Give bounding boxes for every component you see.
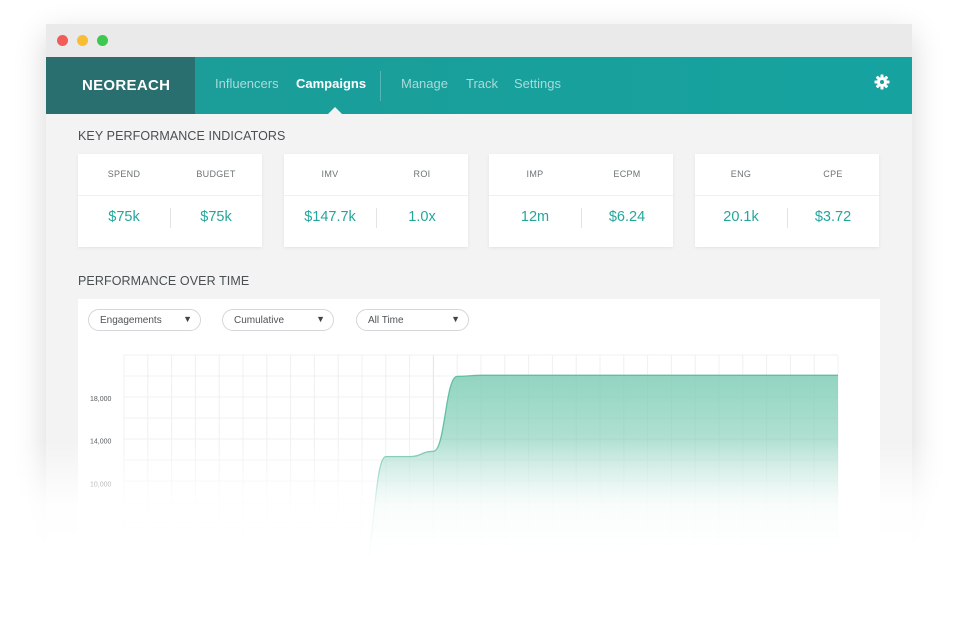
kpi-value-budget: $75k [200,209,232,225]
kpi-card-imv-roi: IMV ROI $147.7k 1.0x [284,154,468,247]
kpi-card-header: ENG CPE [695,154,879,196]
nav-item-settings[interactable]: Settings [514,76,561,91]
performance-section-title: PERFORMANCE OVER TIME [78,274,250,288]
nav-item-campaigns[interactable]: Campaigns [296,76,366,91]
kpi-value-imv: $147.7k [304,209,356,225]
kpi-value-roi: 1.0x [408,209,436,225]
top-navbar: NEOREACH Influencers Campaigns Manage Tr… [46,57,912,114]
gear-icon[interactable] [874,74,890,90]
kpi-label-eng: ENG [730,169,752,179]
close-window-button[interactable] [57,35,68,46]
browser-window: NEOREACH Influencers Campaigns Manage Tr… [0,24,960,626]
kpi-value-eng: 20.1k [723,209,759,225]
kpi-label-ecpm: ECPM [613,169,641,179]
nav-item-track[interactable]: Track [466,76,498,91]
active-nav-indicator [328,107,342,114]
performance-chart: 18,000 14,000 10,000 [90,354,839,564]
kpi-label-spend: SPEND [107,169,141,179]
nav-divider [380,71,381,101]
window-titlebar [46,24,912,57]
kpi-label-roi: ROI [413,169,431,179]
kpi-value-cpe: $3.72 [814,209,852,225]
maximize-window-button[interactable] [97,35,108,46]
minimize-window-button[interactable] [77,35,88,46]
performance-chart-panel: Engagements ▼ Cumulative ▼ All Time ▼ 18… [78,299,880,564]
kpi-section-title: KEY PERFORMANCE INDICATORS [78,129,286,143]
logo-area[interactable]: NEOREACH [46,57,195,114]
logo: NEOREACH [82,77,171,94]
kpi-card-imp-ecpm: IMP ECPM 12m $6.24 [489,154,673,247]
kpi-card-header: SPEND BUDGET [78,154,262,196]
kpi-value-imp: 12m [520,209,550,225]
y-tick-label: 18,000 [90,396,112,403]
kpi-card-header: IMP ECPM [489,154,673,196]
kpi-label-imv: IMV [321,169,339,179]
kpi-value-spend: $75k [108,209,140,225]
kpi-label-cpe: CPE [823,169,843,179]
kpi-card-header: IMV ROI [284,154,468,196]
kpi-value-ecpm: $6.24 [608,209,646,225]
y-tick-label: 10,000 [90,481,112,488]
nav-item-influencers[interactable]: Influencers [215,76,279,91]
kpi-label-imp: IMP [526,169,544,179]
y-tick-label: 14,000 [90,439,112,446]
nav-item-manage[interactable]: Manage [401,76,448,91]
kpi-card-eng-cpe: ENG CPE 20.1k $3.72 [695,154,879,247]
kpi-card-spend-budget: SPEND BUDGET $75k $75k [78,154,262,247]
kpi-label-budget: BUDGET [196,169,236,179]
